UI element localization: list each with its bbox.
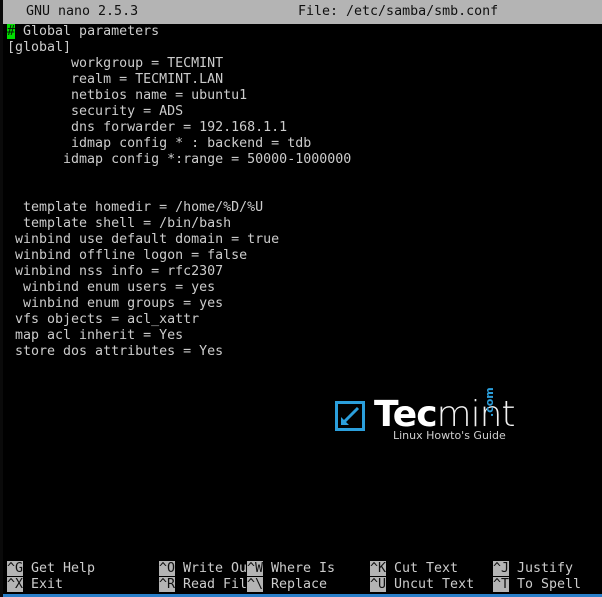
- shortcut-key: ^W: [247, 561, 264, 576]
- code-line: idmap config *:range = 50000-1000000: [7, 152, 352, 167]
- code-line: winbind use default domain = true: [7, 232, 280, 247]
- code-line-text: Global parameters: [15, 24, 160, 39]
- nano-version-label: GNU nano 2.5.3: [26, 4, 139, 19]
- shortcut-key: ^J: [493, 561, 510, 576]
- code-line: winbind nss info = rfc2307: [7, 264, 224, 279]
- tecmint-logo: Tecmint .com Linux Howto's Guide: [334, 387, 524, 448]
- shortcut-row-1: ^G Get Help ^O Write Out ^W Where Is ^K Cut…: [3, 561, 602, 577]
- shortcut-item[interactable]: ^R Read File: [159, 577, 255, 593]
- code-line: winbind enum users = yes: [7, 280, 216, 295]
- file-path-label: File: /etc/samba/smb.conf: [298, 4, 499, 19]
- shortcut-item[interactable]: ^K Cut Text: [370, 561, 458, 577]
- shortcut-label: Uncut Text: [386, 577, 475, 592]
- code-line: realm = TECMINT.LAN: [7, 72, 224, 87]
- code-line: map acl inherit = Yes: [7, 328, 184, 343]
- code-line: # Global parameters: [3, 24, 602, 40]
- code-line: vfs objects = acl_xattr: [7, 312, 200, 327]
- shortcut-item[interactable]: ^T To Spell: [493, 577, 581, 593]
- titlebar: GNU nano 2.5.3 File: /etc/samba/smb.conf: [3, 0, 602, 24]
- shortcut-key: ^\: [247, 577, 264, 592]
- shortcut-key: ^O: [159, 561, 176, 576]
- shortcut-label: Replace: [263, 577, 328, 592]
- shortcut-label: Write Out: [175, 561, 256, 576]
- text-cursor: #: [7, 24, 16, 39]
- shortcut-key: ^X: [7, 577, 24, 592]
- nano-editor-window: GNU nano 2.5.3 File: /etc/samba/smb.conf…: [0, 0, 602, 597]
- shortcut-key: ^K: [370, 561, 387, 576]
- shortcut-key: ^U: [370, 577, 387, 592]
- shortcut-key: ^G: [7, 561, 24, 576]
- shortcut-item[interactable]: ^\ Replace: [247, 577, 327, 593]
- shortcut-item[interactable]: ^W Where Is: [247, 561, 335, 577]
- tecmint-arrow-square-icon: [334, 400, 366, 432]
- code-line: netbios name = ubuntu1: [7, 88, 248, 103]
- code-line: winbind offline logon = false: [7, 248, 248, 263]
- code-line: idmap config * : backend = tdb: [7, 136, 312, 151]
- code-line: dns forwarder = 192.168.1.1: [7, 120, 288, 135]
- code-line: [global]: [7, 40, 72, 55]
- shortcut-item[interactable]: ^J Justify: [493, 561, 573, 577]
- shortcut-item[interactable]: ^O Write Out: [159, 561, 255, 577]
- shortcut-key: ^T: [493, 577, 510, 592]
- shortcut-label: Where Is: [263, 561, 336, 576]
- code-line: template homedir = /home/%D/%U: [7, 200, 264, 215]
- shortcut-label: Read File: [175, 577, 256, 592]
- tecmint-tld-label: .com: [483, 387, 496, 417]
- code-line: template shell = /bin/bash: [7, 216, 232, 231]
- shortcut-label: Cut Text: [386, 561, 459, 576]
- shortcut-label: Justify: [509, 561, 574, 576]
- shortcut-item[interactable]: ^X Exit: [7, 577, 63, 593]
- code-line: workgroup = TECMINT: [7, 56, 224, 71]
- shortcut-item[interactable]: ^G Get Help: [7, 561, 95, 577]
- shortcut-label: Get Help: [23, 561, 96, 576]
- shortcut-item[interactable]: ^U Uncut Text: [370, 577, 474, 593]
- code-line: store dos attributes = Yes: [7, 344, 224, 359]
- shortcut-label: To Spell: [509, 577, 582, 592]
- code-line: winbind enum groups = yes: [7, 296, 224, 311]
- shortcut-bar: ^G Get Help ^O Write Out ^W Where Is ^K Cut…: [3, 561, 602, 594]
- shortcut-label: Exit: [23, 577, 64, 592]
- tecmint-tagline: Linux Howto's Guide: [393, 429, 506, 442]
- shortcut-key: ^R: [159, 577, 176, 592]
- shortcut-row-2: ^X Exit ^R Read File ^\ Replace ^U Uncut Te…: [3, 577, 602, 593]
- code-line: security = ADS: [7, 104, 184, 119]
- editor-text-area[interactable]: # Global parameters [global] workgroup = …: [3, 24, 602, 555]
